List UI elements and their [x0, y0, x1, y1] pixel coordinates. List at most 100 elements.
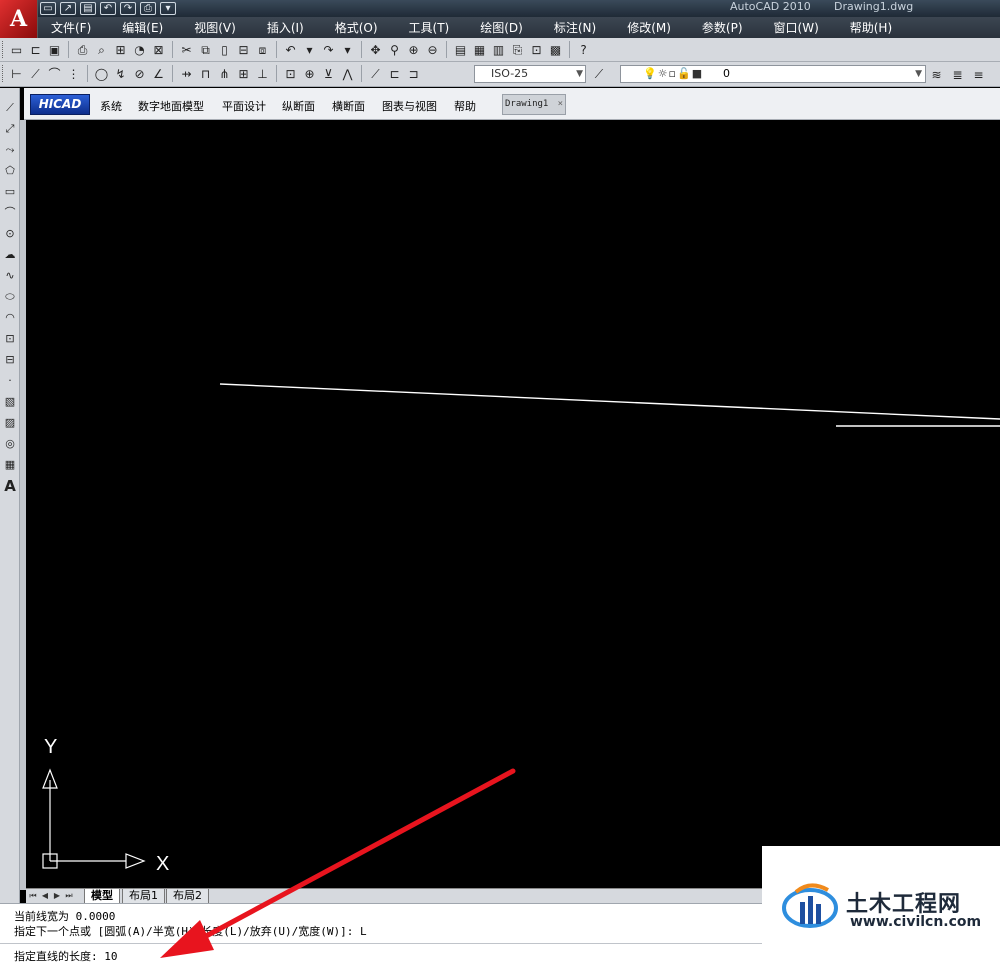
dimension-edit-icon[interactable]: ⟋ [367, 65, 384, 82]
block-editor-icon[interactable]: ⧈ [254, 41, 271, 58]
make-current-layer-icon[interactable]: ≣ [949, 66, 966, 83]
first-tab-icon[interactable]: ⏮ [28, 890, 38, 902]
plugin-menu-dtm[interactable]: 数字地面模型 [138, 98, 204, 114]
circle-icon[interactable]: ⊙ [2, 226, 18, 242]
inspection-icon[interactable]: ⊻ [320, 65, 337, 82]
construction-line-icon[interactable]: ⤢ [2, 121, 18, 137]
redo-dropdown-icon[interactable]: ▾ [339, 41, 356, 58]
insert-block-icon[interactable]: ⊡ [2, 331, 18, 347]
close-icon[interactable]: × [558, 95, 563, 114]
menu-help[interactable]: 帮助(H) [837, 19, 892, 36]
properties-icon[interactable]: ▤ [452, 41, 469, 58]
dimension-style-select[interactable]: ISO-25 ▼ [474, 65, 586, 83]
jogged-dimension-icon[interactable]: ↯ [112, 65, 129, 82]
open-icon[interactable]: ⊏ [27, 41, 44, 58]
tab-layout1[interactable]: 布局1 [122, 889, 165, 903]
tolerance-icon[interactable]: ⊡ [282, 65, 299, 82]
markup-icon[interactable]: ⊡ [528, 41, 545, 58]
menu-insert[interactable]: 插入(I) [254, 19, 304, 36]
dimension-style-icon[interactable]: ⟋ [590, 65, 608, 83]
dimension-update-icon[interactable]: ⊐ [405, 65, 422, 82]
table-icon[interactable]: ▦ [2, 457, 18, 473]
drawing-canvas[interactable]: Y X [26, 120, 1000, 888]
tab-layout2[interactable]: 布局2 [166, 889, 209, 903]
ellipse-arc-icon[interactable]: ◠ [2, 310, 18, 326]
plot-icon[interactable]: ⎙ [140, 2, 156, 15]
radius-dimension-icon[interactable]: ◯ [93, 65, 110, 82]
new-icon[interactable]: ▭ [8, 41, 25, 58]
cut-icon[interactable]: ✂ [178, 41, 195, 58]
zoom-previous-icon[interactable]: ⊖ [424, 41, 441, 58]
undo-dropdown-icon[interactable]: ▾ [301, 41, 318, 58]
undo-icon[interactable]: ↶ [282, 41, 299, 58]
menu-view[interactable]: 视图(V) [181, 19, 236, 36]
linear-dimension-icon[interactable]: ⊢ [8, 65, 25, 82]
open-icon[interactable]: ↗ [60, 2, 76, 15]
arc-icon[interactable]: ⌒ [2, 205, 18, 221]
zoom-realtime-icon[interactable]: ⚲ [386, 41, 403, 58]
menu-dimension[interactable]: 标注(N) [541, 19, 596, 36]
plugin-menu-tables[interactable]: 图表与视图 [382, 98, 437, 114]
application-menu-button[interactable]: A [0, 0, 38, 38]
match-properties-icon[interactable]: ⊟ [235, 41, 252, 58]
menu-draw[interactable]: 绘图(D) [467, 19, 523, 36]
design-center-icon[interactable]: ▦ [471, 41, 488, 58]
dimension-text-edit-icon[interactable]: ⊏ [386, 65, 403, 82]
redo-icon[interactable]: ↷ [120, 2, 136, 15]
plot-preview-icon[interactable]: ⌕ [93, 41, 110, 58]
menu-tools[interactable]: 工具(T) [396, 19, 450, 36]
menu-modify[interactable]: 修改(M) [614, 19, 671, 36]
hatch-icon[interactable]: ▧ [2, 394, 18, 410]
polyline-icon[interactable]: ⤳ [2, 142, 18, 158]
diameter-dimension-icon[interactable]: ⊘ [131, 65, 148, 82]
3d-dwf-icon[interactable]: ◔ [131, 41, 148, 58]
dimension-break-icon[interactable]: ⊥ [254, 65, 271, 82]
save-icon[interactable]: ▣ [46, 41, 63, 58]
ordinate-dimension-icon[interactable]: ⋮ [65, 65, 82, 82]
last-tab-icon[interactable]: ⏭ [64, 890, 74, 902]
prev-tab-icon[interactable]: ◀ [40, 890, 50, 902]
dimension-space-icon[interactable]: ⊞ [235, 65, 252, 82]
ellipse-icon[interactable]: ⬭ [2, 289, 18, 305]
make-block-icon[interactable]: ⊟ [2, 352, 18, 368]
menu-window[interactable]: 窗口(W) [761, 19, 819, 36]
angular-dimension-icon[interactable]: ∠ [150, 65, 167, 82]
next-tab-icon[interactable]: ▶ [52, 890, 62, 902]
spline-icon[interactable]: ∿ [2, 268, 18, 284]
plugin-menu-profile[interactable]: 纵断面 [282, 98, 315, 114]
rectangle-icon[interactable]: ▭ [2, 184, 18, 200]
menu-file[interactable]: 文件(F) [38, 19, 91, 36]
dropdown-icon[interactable]: ▾ [160, 2, 176, 15]
command-input-line[interactable]: 指定直线的长度: 10 [14, 948, 118, 964]
revision-cloud-icon[interactable]: ☁ [2, 247, 18, 263]
redo-icon[interactable]: ↷ [320, 41, 337, 58]
arc-length-icon[interactable]: ⌒ [46, 65, 63, 82]
jogged-linear-icon[interactable]: ⋀ [339, 65, 356, 82]
publish-icon[interactable]: ⊞ [112, 41, 129, 58]
undo-icon[interactable]: ↶ [100, 2, 116, 15]
toolbar-grip[interactable] [2, 65, 5, 82]
save-icon[interactable]: ▤ [80, 2, 96, 15]
copy-icon[interactable]: ⧉ [197, 41, 214, 58]
layer-properties-icon[interactable]: ≋ [928, 66, 945, 83]
sheet-set-manager-icon[interactable]: ⎘ [509, 41, 526, 58]
new-icon[interactable]: ▭ [40, 2, 56, 15]
plot-icon[interactable]: ⎙ [74, 41, 91, 58]
plugin-menu-cross-section[interactable]: 横断面 [332, 98, 365, 114]
layer-previous-icon[interactable]: ≡ [970, 66, 987, 83]
pan-icon[interactable]: ✥ [367, 41, 384, 58]
center-mark-icon[interactable]: ⊕ [301, 65, 318, 82]
point-icon[interactable]: · [2, 373, 18, 389]
quickcalc-icon[interactable]: ▩ [547, 41, 564, 58]
menu-parametric[interactable]: 参数(P) [689, 19, 743, 36]
polyline-segment[interactable] [219, 383, 1000, 420]
menu-edit[interactable]: 编辑(E) [109, 19, 163, 36]
multiline-text-icon[interactable]: A [2, 478, 18, 494]
help-icon[interactable]: ? [575, 41, 592, 58]
line-icon[interactable]: ⟋ [2, 100, 18, 116]
paste-icon[interactable]: ▯ [216, 41, 233, 58]
polygon-icon[interactable]: ⬠ [2, 163, 18, 179]
layer-select[interactable]: 💡☼▫🔓■ 0 ▼ [620, 65, 926, 83]
aligned-dimension-icon[interactable]: ⟋ [27, 65, 44, 82]
zoom-window-icon[interactable]: ⊕ [405, 41, 422, 58]
